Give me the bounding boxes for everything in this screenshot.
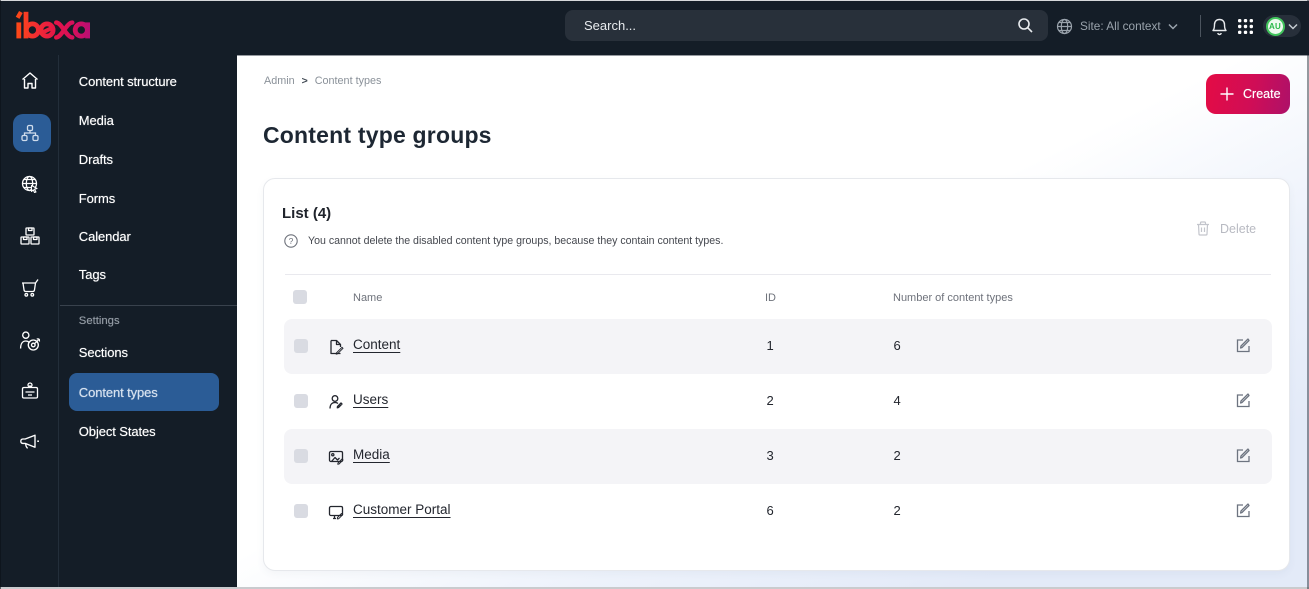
svg-text:?: ? xyxy=(289,236,294,246)
